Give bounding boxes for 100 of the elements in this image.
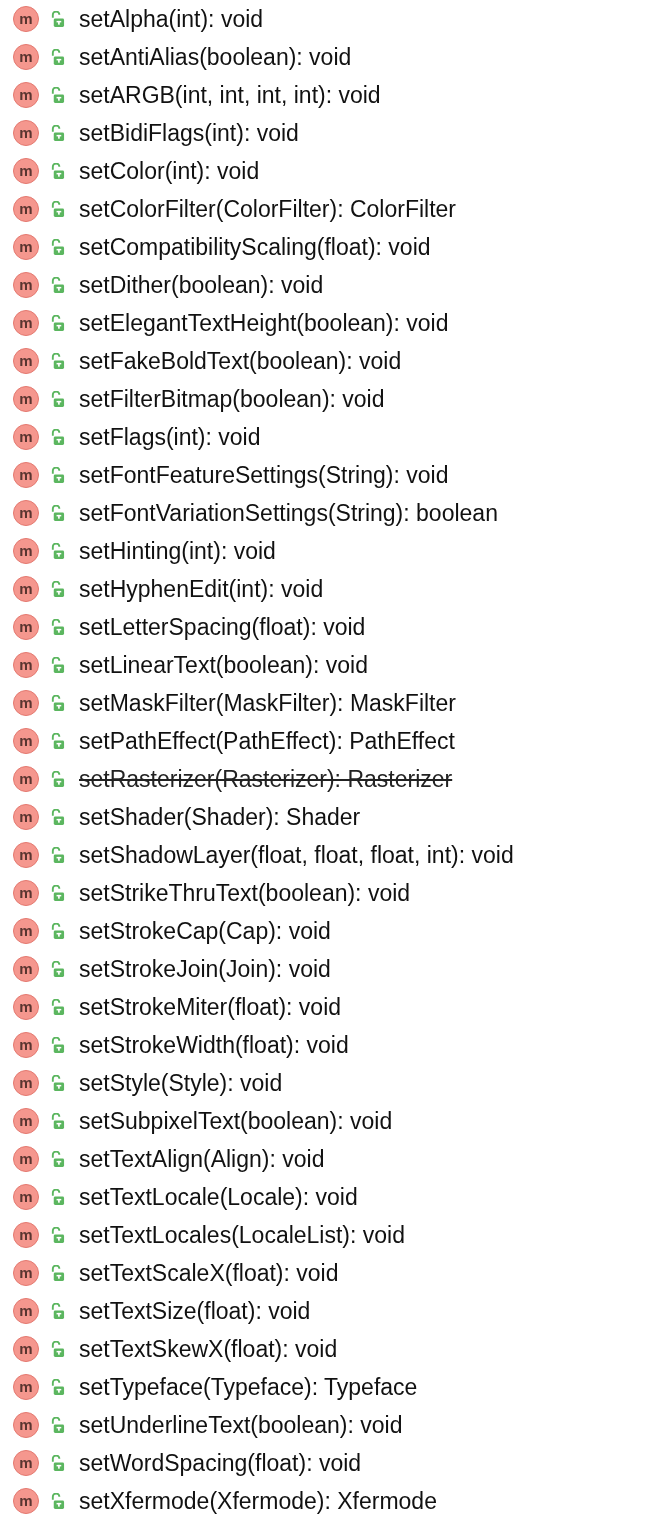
method-signature[interactable]: setTextAlign(Align): void xyxy=(79,1145,325,1173)
method-badge: m xyxy=(13,1070,39,1096)
method-signature[interactable]: setARGB(int, int, int, int): void xyxy=(79,81,381,109)
method-badge: m xyxy=(13,310,39,336)
unlocked-padlock-icon xyxy=(50,200,65,218)
unlocked-padlock-icon xyxy=(50,1036,65,1054)
method-signature[interactable]: setStrokeMiter(float): void xyxy=(79,993,342,1021)
method-badge: m xyxy=(13,728,39,754)
unlocked-padlock-icon xyxy=(50,162,65,180)
unlocked-padlock-icon xyxy=(50,238,65,256)
method-badge: m xyxy=(13,956,39,982)
method-signature[interactable]: setFakeBoldText(boolean): void xyxy=(79,347,402,375)
unlocked-padlock-icon xyxy=(50,86,65,104)
method-signature[interactable]: setStrokeCap(Cap): void xyxy=(79,917,331,945)
unlocked-padlock-icon xyxy=(50,124,65,142)
method-signature[interactable]: setColor(int): void xyxy=(79,157,260,185)
unlocked-padlock-icon xyxy=(50,1150,65,1168)
method-signature[interactable]: setTextScaleX(float): void xyxy=(79,1259,339,1287)
method-badge: m xyxy=(13,196,39,222)
unlocked-padlock-icon xyxy=(50,808,65,826)
method-signature[interactable]: setElegantTextHeight(boolean): void xyxy=(79,309,449,337)
method-badge: m xyxy=(13,880,39,906)
method-badge: m xyxy=(13,424,39,450)
unlocked-padlock-icon xyxy=(50,694,65,712)
method-badge: m xyxy=(13,538,39,564)
method-signature[interactable]: setStrikeThruText(boolean): void xyxy=(79,879,411,907)
unlocked-padlock-icon xyxy=(50,10,65,28)
unlocked-padlock-icon xyxy=(50,1416,65,1434)
unlocked-padlock-icon xyxy=(50,390,65,408)
method-badge: m xyxy=(13,1412,39,1438)
method-signature[interactable]: setFilterBitmap(boolean): void xyxy=(79,385,385,413)
method-badge: m xyxy=(13,82,39,108)
method-signature[interactable]: setTypeface(Typeface): Typeface xyxy=(79,1373,418,1401)
unlocked-padlock-icon xyxy=(50,656,65,674)
method-badge: m xyxy=(13,120,39,146)
unlocked-padlock-icon xyxy=(50,922,65,940)
method-badge: m xyxy=(13,994,39,1020)
unlocked-padlock-icon xyxy=(50,1188,65,1206)
unlocked-padlock-icon xyxy=(50,618,65,636)
method-signature[interactable]: setLetterSpacing(float): void xyxy=(79,613,366,641)
method-signature[interactable]: setColorFilter(ColorFilter): ColorFilter xyxy=(79,195,456,223)
unlocked-padlock-icon xyxy=(50,1378,65,1396)
method-signature[interactable]: setTextLocales(LocaleList): void xyxy=(79,1221,405,1249)
method-signature[interactable]: setRasterizer(Rasterizer): Rasterizer xyxy=(79,765,453,793)
unlocked-padlock-icon xyxy=(50,1226,65,1244)
method-signature[interactable]: setStrokeJoin(Join): void xyxy=(79,955,331,983)
method-signature[interactable]: setHinting(int): void xyxy=(79,537,276,565)
unlocked-padlock-icon xyxy=(50,1302,65,1320)
method-signature[interactable]: setBidiFlags(int): void xyxy=(79,119,299,147)
unlocked-padlock-icon xyxy=(50,1340,65,1358)
method-signature[interactable]: setStyle(Style): void xyxy=(79,1069,283,1097)
unlocked-padlock-icon xyxy=(50,732,65,750)
method-badge: m xyxy=(13,614,39,640)
method-signature[interactable]: setHyphenEdit(int): void xyxy=(79,575,324,603)
method-badge: m xyxy=(13,500,39,526)
unlocked-padlock-icon xyxy=(50,580,65,598)
unlocked-padlock-icon xyxy=(50,504,65,522)
unlocked-padlock-icon xyxy=(50,1112,65,1130)
method-signature[interactable]: setMaskFilter(MaskFilter): MaskFilter xyxy=(79,689,456,717)
method-signature[interactable]: setAntiAlias(boolean): void xyxy=(79,43,352,71)
method-signature[interactable]: setSubpixelText(boolean): void xyxy=(79,1107,393,1135)
method-badge: m xyxy=(13,158,39,184)
unlocked-padlock-icon xyxy=(50,314,65,332)
method-badge: m xyxy=(13,234,39,260)
unlocked-padlock-icon xyxy=(50,884,65,902)
unlocked-padlock-icon xyxy=(50,770,65,788)
method-signature[interactable]: setDither(boolean): void xyxy=(79,271,324,299)
method-signature[interactable]: setUnderlineText(boolean): void xyxy=(79,1411,403,1439)
method-signature[interactable]: setWordSpacing(float): void xyxy=(79,1449,362,1477)
method-signature[interactable]: setShadowLayer(float, float, float, int): void xyxy=(79,841,514,869)
method-signature[interactable]: setShader(Shader): Shader xyxy=(79,803,361,831)
method-signature[interactable]: setFlags(int): void xyxy=(79,423,261,451)
method-badge: m xyxy=(13,1488,39,1514)
method-signature[interactable]: setFontFeatureSettings(String): void xyxy=(79,461,449,489)
unlocked-padlock-icon xyxy=(50,998,65,1016)
unlocked-padlock-icon xyxy=(50,846,65,864)
unlocked-padlock-icon xyxy=(50,428,65,446)
unlocked-padlock-icon xyxy=(50,1264,65,1282)
method-badge: m xyxy=(13,1184,39,1210)
method-signature[interactable]: setPathEffect(PathEffect): PathEffect xyxy=(79,727,455,755)
method-badge: m xyxy=(13,272,39,298)
method-badge: m xyxy=(13,348,39,374)
method-signature[interactable]: setFontVariationSettings(String): boolean xyxy=(79,499,498,527)
method-signature[interactable]: setTextSize(float): void xyxy=(79,1297,311,1325)
method-badge: m xyxy=(13,1032,39,1058)
unlocked-padlock-icon xyxy=(50,352,65,370)
method-badge: m xyxy=(13,766,39,792)
method-signature[interactable]: setXfermode(Xfermode): Xfermode xyxy=(79,1487,437,1515)
method-signature[interactable]: setLinearText(boolean): void xyxy=(79,651,368,679)
method-badge: m xyxy=(13,576,39,602)
method-signature[interactable]: setTextSkewX(float): void xyxy=(79,1335,338,1363)
method-badge: m xyxy=(13,462,39,488)
method-signature[interactable]: setCompatibilityScaling(float): void xyxy=(79,233,431,261)
method-badge: m xyxy=(13,1298,39,1324)
method-signature[interactable]: setAlpha(int): void xyxy=(79,5,264,33)
method-badge: m xyxy=(13,842,39,868)
unlocked-padlock-icon xyxy=(50,1454,65,1472)
method-badge: m xyxy=(13,386,39,412)
method-signature[interactable]: setStrokeWidth(float): void xyxy=(79,1031,349,1059)
method-signature[interactable]: setTextLocale(Locale): void xyxy=(79,1183,358,1211)
